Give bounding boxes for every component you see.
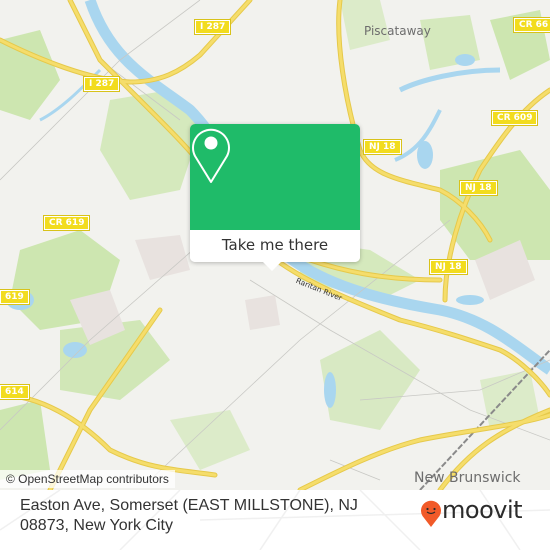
road-shield-nj18: NJ 18 [459,180,498,196]
road-shield-i287: I 287 [193,19,232,35]
address-text: Easton Ave, Somerset (EAST MILLSTONE), N… [20,497,358,534]
road-shield-nj18: NJ 18 [363,139,402,155]
road-shield-cr665: CR 66 [512,17,550,33]
popup-header[interactable] [190,124,360,230]
road-shield-cr619: 619 [0,289,30,305]
brand-name: moovit [442,496,523,524]
road-shield-nj18: NJ 18 [429,259,468,275]
map-attribution[interactable]: © OpenStreetMap contributors [0,470,175,488]
place-label-new-brunswick: New Brunswick [414,470,521,486]
popup-pointer [262,261,282,271]
map-pin-icon [192,128,230,183]
take-me-there-button[interactable]: Take me there [190,230,360,262]
road-shield-cr614: 614 [0,384,30,400]
place-label-piscataway: Piscataway [364,24,431,38]
footer: Easton Ave, Somerset (EAST MILLSTONE), N… [0,490,550,550]
road-shield-cr609: CR 609 [490,110,539,126]
location-popup[interactable]: Take me there [190,124,360,271]
road-shield-i287: I 287 [82,76,121,92]
map[interactable]: Piscataway New Brunswick Raritan River I… [0,0,550,490]
road-shield-cr619: CR 619 [42,215,91,231]
moovit-pin-icon [421,500,441,527]
